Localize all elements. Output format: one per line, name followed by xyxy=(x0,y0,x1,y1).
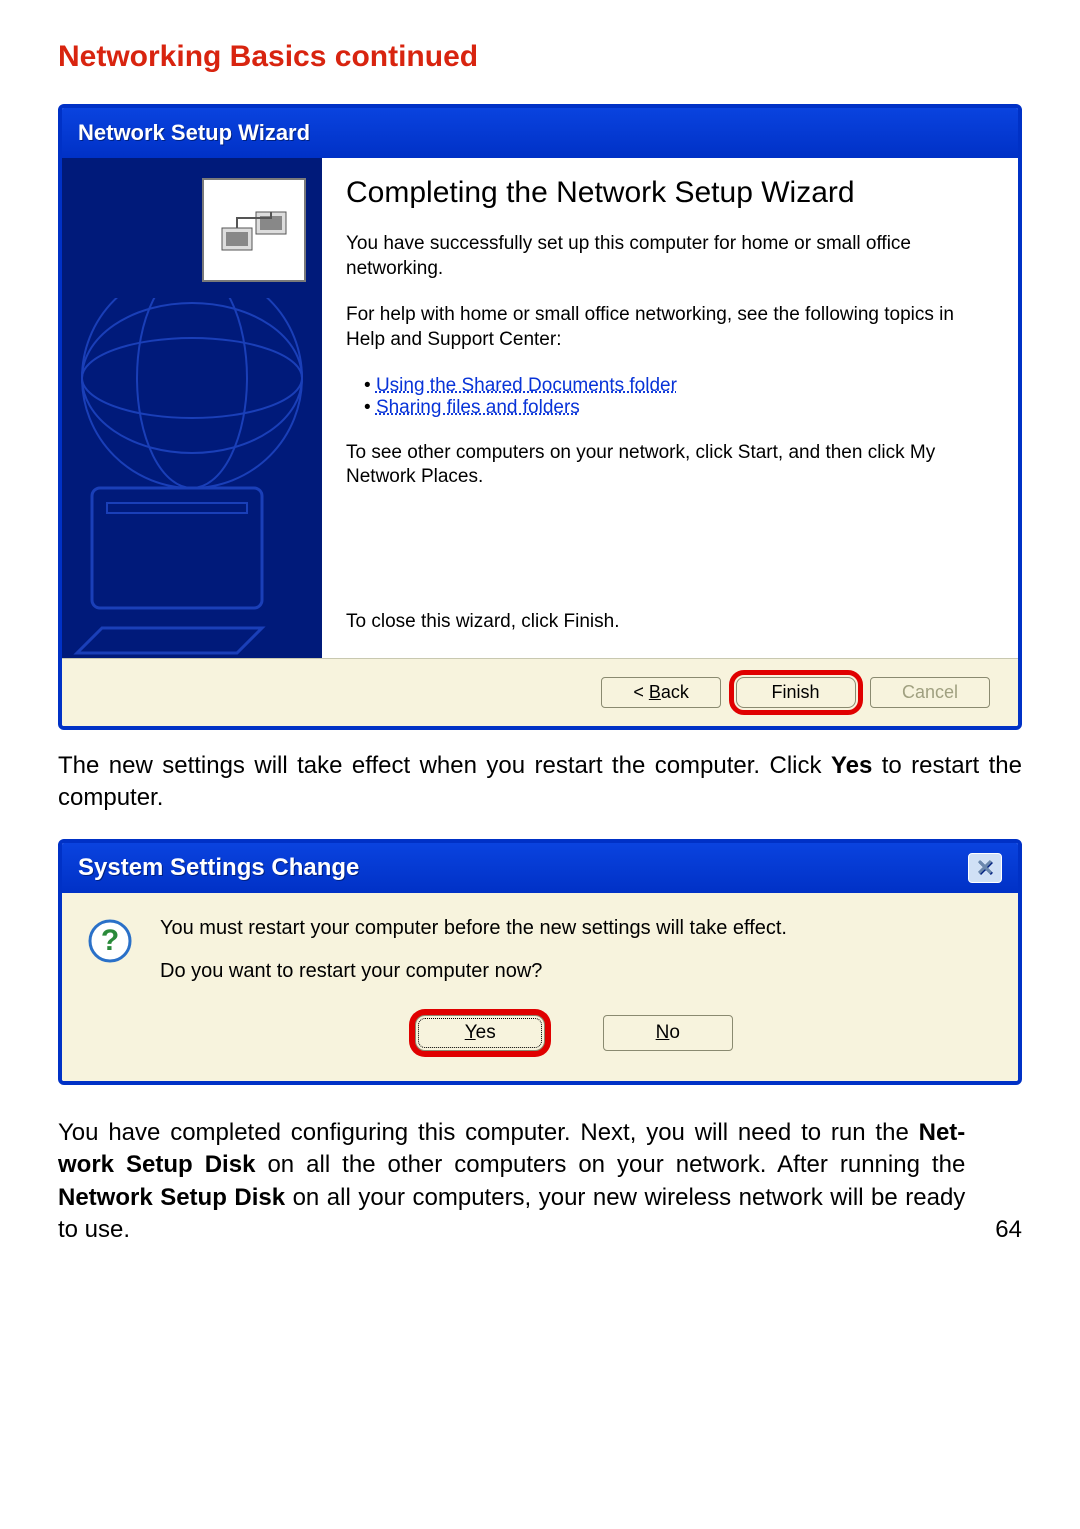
wizard-help-text: For help with home or small office netwo… xyxy=(346,303,990,352)
wizard-content: Completing the Network Setup Wizard You … xyxy=(322,158,1018,658)
instruction-complete: You have completed configuring this comp… xyxy=(58,1117,965,1247)
wizard-help-links: Using the Shared Documents folder Sharin… xyxy=(346,375,990,419)
page-title: Networking Basics continued xyxy=(58,40,1022,74)
dialog-title-text: System Settings Change xyxy=(78,854,359,882)
instruction-restart: The new settings will take effect when y… xyxy=(58,750,1022,815)
wizard-window: Network Setup Wizard xyxy=(58,104,1022,730)
wizard-title-bar: Network Setup Wizard xyxy=(62,108,1018,158)
dialog-title-bar: System Settings Change ✕ xyxy=(62,843,1018,893)
close-icon[interactable]: ✕ xyxy=(968,853,1002,883)
wizard-footer: < Back Finish Cancel xyxy=(62,658,1018,726)
wizard-heading: Completing the Network Setup Wizard xyxy=(346,176,990,210)
wizard-close-instruction: To close this wizard, click Finish. xyxy=(346,610,990,635)
dialog-buttons: Yes No xyxy=(160,1015,988,1051)
finish-button[interactable]: Finish xyxy=(736,677,856,708)
dialog-content: You must restart your computer before th… xyxy=(160,917,988,1051)
wizard-left-pane xyxy=(62,158,322,658)
page-number: 64 xyxy=(965,1216,1022,1246)
question-icon: ? xyxy=(86,917,134,965)
dialog-window: System Settings Change ✕ ? You must rest… xyxy=(58,839,1022,1085)
wizard-network-places-text: To see other computers on your network, … xyxy=(346,441,990,490)
cancel-button: Cancel xyxy=(870,677,990,708)
network-icon xyxy=(202,178,306,282)
dialog-message-2: Do you want to restart your computer now… xyxy=(160,960,988,983)
wizard-success-text: You have successfully set up this comput… xyxy=(346,232,990,281)
yes-button[interactable]: Yes xyxy=(415,1015,545,1051)
dialog-message-1: You must restart your computer before th… xyxy=(160,917,988,940)
wizard-bg-art xyxy=(62,298,322,658)
link-shared-documents[interactable]: Using the Shared Documents folder xyxy=(376,375,677,396)
no-button[interactable]: No xyxy=(603,1015,733,1051)
svg-text:?: ? xyxy=(101,924,119,957)
link-sharing-files[interactable]: Sharing files and folders xyxy=(376,397,580,418)
back-button[interactable]: < Back xyxy=(601,677,721,708)
